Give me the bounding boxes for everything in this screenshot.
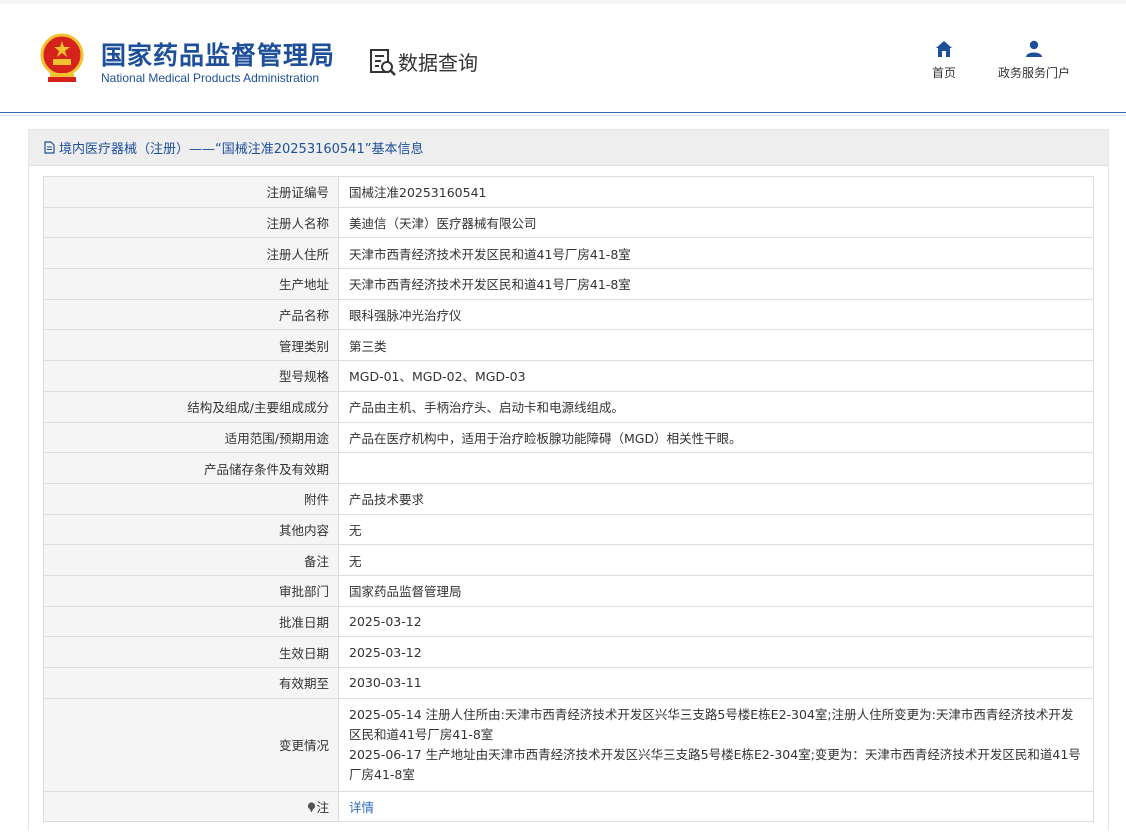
details-link[interactable]: 详情 [349, 800, 374, 815]
row-label: 批准日期 [43, 605, 339, 638]
row-label-note: 注 [43, 790, 339, 823]
table-row: 注册证编号 国械注准20253160541 [43, 176, 1094, 208]
nav-home[interactable]: 首页 [928, 40, 960, 81]
row-value-change: 2025-05-14 注册人住所由:天津市西青经济技术开发区兴华三支路5号楼E栋… [338, 697, 1094, 792]
row-value: 天津市西青经济技术开发区民和道41号厂房41-8室 [338, 268, 1094, 300]
row-value-note: 详情 [338, 790, 1094, 823]
change-entry-1: 2025-05-14 注册人住所由:天津市西青经济技术开发区兴华三支路5号楼E栋… [349, 706, 1074, 742]
row-value: 2030-03-11 [338, 667, 1094, 699]
row-value: 美迪信（天津）医疗器械有限公司 [338, 206, 1094, 239]
row-label: 适用范围/预期用途 [43, 421, 339, 454]
nav-portal-label: 政务服务门户 [997, 66, 1070, 80]
row-label: 生产地址 [43, 268, 339, 300]
table-row: 注册人住所 天津市西青经济技术开发区民和道41号厂房41-8室 [43, 237, 1094, 270]
table-row: 其他内容无 [43, 513, 1094, 546]
row-label: 其他内容 [43, 513, 339, 546]
row-label: 附件 [43, 482, 339, 515]
user-icon [1026, 40, 1042, 57]
row-label: 注册人名称 [43, 206, 339, 239]
row-label: 审批部门 [43, 574, 339, 607]
table-row: 批准日期 2025-03-12 [43, 605, 1094, 638]
row-value: 2025-03-12 [338, 605, 1094, 638]
table-row: 生产地址 天津市西青经济技术开发区民和道41号厂房41-8室 [43, 268, 1094, 300]
document-icon [44, 141, 55, 154]
row-value: 第三类 [338, 329, 1094, 362]
row-value: 2025-03-12 [338, 636, 1094, 668]
note-label: 注 [316, 800, 329, 816]
table-row: 管理类别 第三类 [43, 329, 1094, 362]
table-row: 产品储存条件及有效期 [43, 452, 1094, 484]
home-icon [936, 41, 952, 57]
table-row-note: 注 详情 [43, 790, 1094, 823]
row-value: 国家药品监督管理局 [338, 574, 1094, 607]
row-label: 注册证编号 [43, 176, 339, 208]
row-label-change: 变更情况 [43, 697, 339, 792]
table-row: 型号规格 MGD-01、MGD-02、MGD-03 [43, 360, 1094, 392]
row-value: 天津市西青经济技术开发区民和道41号厂房41-8室 [338, 237, 1094, 270]
panel-title: 境内医疗器械（注册）——“国械注准20253160541”基本信息 [59, 142, 424, 157]
table-row: 附件 产品技术要求 [43, 482, 1094, 515]
nav-home-label: 首页 [931, 66, 956, 80]
site-header: 国家药品监督管理局 National Medical Products Admi… [0, 0, 1126, 116]
info-panel: 境内医疗器械（注册）——“国械注准20253160541”基本信息 注册证编号国… [28, 129, 1109, 830]
table-row: 适用范围/预期用途 产品在医疗机构中，适用于治疗睑板腺功能障碍（MGD）相关性干眼… [43, 421, 1094, 454]
row-value [338, 452, 1094, 484]
table-row: 生效日期 2025-03-12 [43, 636, 1094, 668]
row-value: 产品在医疗机构中，适用于治疗睑板腺功能障碍（MGD）相关性干眼。 [338, 421, 1094, 454]
national-emblem-icon [40, 33, 84, 82]
top-strip [0, 0, 1126, 4]
section-title: 数据查询 [398, 51, 478, 75]
row-value: 眼科强脉冲光治疗仪 [338, 298, 1094, 331]
table-row: 注册人名称 美迪信（天津）医疗器械有限公司 [43, 206, 1094, 239]
change-entry-2: 2025-06-17 生产地址由天津市西青经济技术开发区兴华三支路5号楼E栋E2… [349, 746, 1081, 782]
row-label: 产品名称 [43, 298, 339, 331]
brand-name-cn: 国家药品监督管理局 [101, 41, 336, 70]
row-value: 产品技术要求 [338, 482, 1094, 515]
row-label: 生效日期 [43, 636, 339, 668]
table-row: 有效期至 2030-03-11 [43, 667, 1094, 699]
row-value: 无 [338, 513, 1094, 546]
table-row: 备注无 [43, 544, 1094, 576]
panel-header: 境内医疗器械（注册）——“国械注准20253160541”基本信息 [29, 130, 1108, 166]
row-label: 结构及组成/主要组成成分 [43, 390, 339, 423]
row-value: MGD-01、MGD-02、MGD-03 [338, 360, 1094, 392]
row-label: 有效期至 [43, 667, 339, 699]
row-value: 产品由主机、手柄治疗头、启动卡和电源线组成。 [338, 390, 1094, 423]
row-label: 注册人住所 [43, 237, 339, 270]
nav-service-portal[interactable]: 政务服务门户 [994, 40, 1074, 81]
document-search-icon [370, 49, 396, 76]
table-row: 结构及组成/主要组成成分 产品由主机、手柄治疗头、启动卡和电源线组成。 [43, 390, 1094, 423]
registration-info-table: 注册证编号 国械注准20253160541 注册人名称 美迪信（天津）医疗器械有限公司… [43, 176, 1094, 823]
row-label: 产品储存条件及有效期 [43, 452, 339, 484]
table-row-change: 变更情况 2025-05-14 注册人住所由:天津市西青经济技术开发区兴华三支路… [43, 697, 1094, 792]
row-label: 管理类别 [43, 329, 339, 362]
row-value: 无 [338, 544, 1094, 576]
row-value: 国械注准20253160541 [338, 176, 1094, 208]
row-label: 备注 [43, 544, 339, 576]
brand-name-en: National Medical Products Administration [101, 71, 320, 85]
table-row: 产品名称 眼科强脉冲光治疗仪 [43, 298, 1094, 331]
table-row: 审批部门 国家药品监督管理局 [43, 574, 1094, 607]
row-label: 型号规格 [43, 360, 339, 392]
